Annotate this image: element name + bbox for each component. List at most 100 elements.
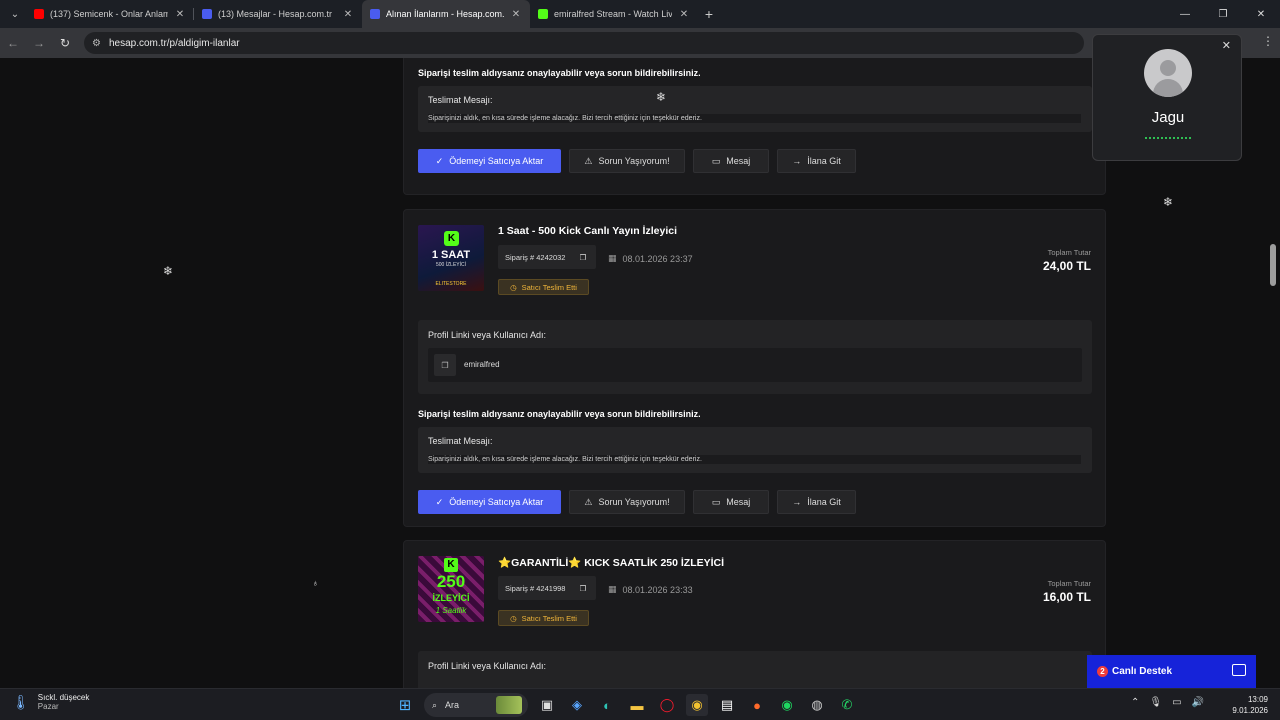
url-text: hesap.com.tr/p/aldigim-ilanlar	[108, 37, 240, 49]
task-view-icon[interactable]: ▣	[536, 694, 558, 716]
store-icon[interactable]: ▤	[716, 694, 738, 716]
action-buttons: ✓ Ödemeyi Satıcıya Aktar ⚠ Sorun Yaşıyorum…	[418, 149, 856, 173]
tab-kick-stream[interactable]: emiralfred Stream - Watch Live ✕	[530, 0, 698, 28]
order-card: K 250 İZLEYİCİ 1 Saatlik ⭐GARANTİLİ⭐ KIC…	[403, 540, 1106, 688]
tab-youtube[interactable]: (137) Semicenk - Onlar Anlamaz ✕	[26, 0, 194, 28]
scrollbar-thumb[interactable]	[1270, 244, 1276, 286]
close-tab-icon[interactable]: ✕	[174, 9, 186, 20]
profile-label: Profil Linki veya Kullanıcı Adı:	[428, 661, 547, 671]
display-icon[interactable]: ▭	[1172, 697, 1181, 708]
live-support-button[interactable]: 2 Canlı Destek	[1087, 655, 1256, 688]
page-scrollbar[interactable]	[1269, 122, 1277, 688]
person-icon	[1160, 60, 1176, 76]
user-name: Jagu	[1151, 109, 1185, 126]
tab-search-chevron-icon[interactable]: ⌄	[4, 4, 26, 24]
profile-value: emiralfred	[464, 360, 500, 369]
chrome-icon[interactable]: ◉	[686, 694, 708, 716]
profile-value-field: ❐ emiralfred	[428, 348, 1082, 382]
report-problem-button[interactable]: ⚠ Sorun Yaşıyorum!	[569, 149, 685, 173]
warning-icon: ⚠	[584, 496, 593, 507]
app-icon[interactable]: ●	[746, 694, 768, 716]
clock-date: 9.01.2026	[1232, 706, 1268, 715]
taskbar-search[interactable]: ⌕ Ara	[424, 693, 528, 717]
go-to-listing-button[interactable]: → İlana Git	[777, 490, 856, 514]
minimize-icon[interactable]: —	[1166, 0, 1204, 28]
arrow-right-icon: →	[792, 156, 802, 166]
clock-time: 13:09	[1247, 695, 1268, 704]
volume-icon[interactable]: 🔊	[1192, 697, 1204, 708]
close-tab-icon[interactable]: ✕	[678, 9, 690, 20]
search-icon: ⌕	[432, 699, 438, 710]
product-thumbnail[interactable]: K 1 SAAT 500 İZLEYİCİ ELITESTORE	[418, 225, 484, 291]
product-title[interactable]: ⭐GARANTİLİ⭐ KICK SAATLİK 250 İZLEYİCİ	[498, 556, 724, 569]
widgets-icon[interactable]: ◈	[566, 694, 588, 716]
go-to-listing-button[interactable]: → İlana Git	[777, 149, 856, 173]
close-icon[interactable]: ✕	[1222, 39, 1231, 52]
message-icon: ▭	[711, 496, 721, 507]
order-number-chip: Sipariş # 4242032 ❐	[498, 245, 596, 269]
snowflake-icon: ❄	[163, 264, 174, 278]
tab-title: (13) Mesajlar - Hesap.com.tr	[218, 9, 333, 19]
kick-icon	[538, 9, 548, 19]
close-tab-icon[interactable]: ✕	[510, 9, 522, 20]
profile-info-box: Profil Linki veya Kullanıcı Adı:	[418, 651, 1092, 688]
steam-icon[interactable]: ◍	[806, 694, 828, 716]
delivery-label: Teslimat Mesajı:	[428, 95, 493, 105]
copy-icon[interactable]: ❐	[579, 253, 586, 262]
forward-arrow-icon[interactable]: →	[26, 36, 52, 50]
delivery-text: Siparişinizi aldık, en kısa sürede işlem…	[428, 455, 1081, 464]
thumb-brand: ELITESTORE	[435, 281, 467, 287]
system-tray: ⌃ 🎙 ▭ 🔊	[1131, 697, 1204, 708]
calendar-icon: ▦	[608, 584, 617, 594]
system-clock[interactable]: 13:09 9.01.2026	[1232, 694, 1268, 716]
file-explorer-icon[interactable]: ▬	[626, 694, 648, 716]
thumb-sub: 500 İZLEYİCİ	[435, 262, 466, 268]
close-tab-icon[interactable]: ✕	[342, 9, 354, 20]
back-arrow-icon[interactable]: ←	[0, 36, 26, 50]
transfer-payment-button[interactable]: ✓ Ödemeyi Satıcıya Aktar	[418, 149, 561, 173]
maximize-icon[interactable]: ❐	[1204, 0, 1242, 28]
order-card: K 1 SAAT 500 İZLEYİCİ ELITESTORE 1 Saat …	[403, 209, 1106, 527]
avatar	[1144, 49, 1192, 97]
page-content: Siparişi teslim aldıysanız onaylayabilir…	[0, 58, 1280, 688]
new-tab-plus-icon[interactable]: +	[698, 6, 720, 22]
search-highlight-icon	[496, 696, 522, 714]
transfer-payment-button[interactable]: ✓ Ödemeyi Satıcıya Aktar	[418, 490, 561, 514]
delivery-label: Teslimat Mesajı:	[428, 436, 493, 446]
thermometer-icon: 🌡	[12, 693, 30, 710]
product-thumbnail[interactable]: K 250 İZLEYİCİ 1 Saatlik	[418, 556, 484, 622]
close-window-icon[interactable]: ✕	[1242, 0, 1280, 28]
order-number-chip: Sipariş # 4241998 ❐	[498, 576, 596, 600]
spotify-icon[interactable]: ◉	[776, 694, 798, 716]
site-info-icon[interactable]: ⚙	[92, 38, 101, 49]
tab-title: Alınan İlanlarım - Hesap.com.tr	[386, 9, 504, 19]
clock-icon: ◷	[510, 613, 517, 623]
report-problem-button[interactable]: ⚠ Sorun Yaşıyorum!	[569, 490, 685, 514]
window-controls: — ❐ ✕	[1166, 0, 1280, 28]
weather-widget[interactable]: 🌡 Sıckl. düşecek Pazar	[12, 693, 89, 711]
windows-taskbar: 🌡 Sıckl. düşecek Pazar ⊞ ⌕ Ara ▣ ◈ ◐ ▬ ◯…	[0, 688, 1280, 720]
copy-icon[interactable]: ❐	[579, 584, 586, 593]
url-field[interactable]: ⚙ hesap.com.tr/p/aldigim-ilanlar	[84, 32, 1084, 54]
opera-icon[interactable]: ◯	[656, 694, 678, 716]
chat-icon	[1232, 664, 1246, 676]
microphone-icon[interactable]: 🎙	[1149, 697, 1162, 708]
copy-icon[interactable]: ❐	[434, 354, 456, 376]
edge-icon[interactable]: ◐	[596, 694, 618, 716]
browser-menu-icon[interactable]: ⋮	[1262, 34, 1274, 48]
message-button[interactable]: ▭ Mesaj	[693, 490, 769, 514]
order-note: Siparişi teslim aldıysanız onaylayabilir…	[418, 68, 701, 78]
tab-alinan-ilanlarim[interactable]: Alınan İlanlarım - Hesap.com.tr ✕	[362, 0, 530, 28]
tab-messages[interactable]: (13) Mesajlar - Hesap.com.tr ✕	[194, 0, 362, 28]
chevron-up-icon[interactable]: ⌃	[1131, 697, 1139, 708]
whatsapp-icon[interactable]: ✆	[836, 694, 858, 716]
tab-title: (137) Semicenk - Onlar Anlamaz	[50, 9, 168, 19]
product-title[interactable]: 1 Saat - 500 Kick Canlı Yayın İzleyici	[498, 225, 677, 237]
youtube-icon	[34, 9, 44, 19]
delivery-message-box: Teslimat Mesajı: Siparişinizi aldık, en …	[418, 427, 1092, 473]
kick-logo-icon: K	[444, 231, 459, 246]
windows-start-icon[interactable]: ⊞	[394, 694, 416, 716]
warning-icon: ⚠	[584, 155, 593, 166]
reload-icon[interactable]: ↻	[52, 36, 78, 50]
message-button[interactable]: ▭ Mesaj	[693, 149, 769, 173]
